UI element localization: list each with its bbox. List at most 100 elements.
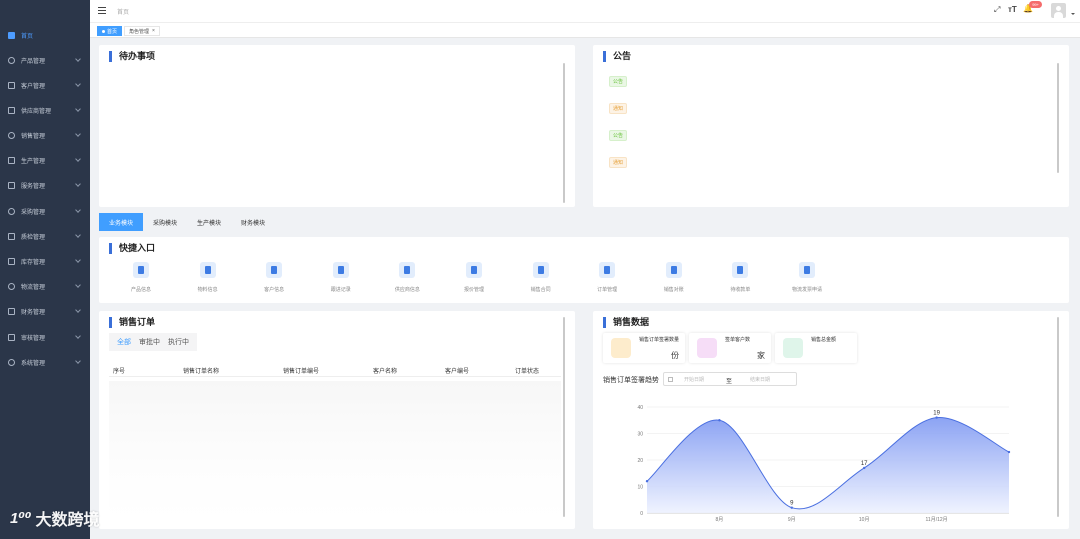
quick-entry-label: 客户信息 (264, 287, 285, 293)
sidebar-item-label: 系统管理 (21, 360, 46, 367)
notice-title: 公告 (603, 51, 631, 62)
quick-entry-item[interactable]: 订单管理 (587, 262, 627, 293)
data-point (790, 506, 793, 509)
x-tick-label: 11月/12月 (926, 517, 948, 523)
sidebar-item[interactable]: 物流管理 (0, 279, 90, 293)
end-date-input[interactable]: 结束日期 (750, 376, 770, 383)
sidebar-item-label: 审核管理 (21, 335, 46, 342)
sidebar-item[interactable]: 首页 (0, 28, 90, 42)
sidebar-item[interactable]: 系统管理 (0, 355, 90, 369)
document-icon (133, 262, 149, 278)
column-header[interactable]: 销售订单名称 (183, 366, 219, 375)
tab-finance[interactable]: 财务模块 (231, 213, 275, 231)
start-date-input[interactable]: 开始日期 (684, 376, 704, 383)
system-icon (8, 358, 15, 366)
tag-label: 首页 (107, 28, 118, 35)
data-label: 17 (861, 461, 868, 467)
scrollbar[interactable] (1057, 63, 1059, 173)
data-label: 19 (933, 411, 940, 417)
document-icon (332, 262, 349, 278)
sidebar-item[interactable]: 供应商管理 (0, 103, 90, 117)
column-header[interactable]: 销售订单编号 (283, 366, 319, 375)
todo-title: 待办事项 (109, 51, 155, 62)
quick-entry-item[interactable]: 客户信息 (254, 262, 294, 293)
stat-total-amount[interactable]: 销售总金额 (775, 333, 857, 363)
quick-entry-item[interactable]: 待收款单 (720, 262, 760, 293)
chevron-down-icon (75, 156, 81, 162)
stat-customers[interactable]: 签单客户数 家 (689, 333, 771, 363)
graduation-cap-icon (697, 338, 717, 358)
sales-icon (8, 131, 15, 139)
chevron-down-icon (75, 282, 81, 288)
sidebar-item[interactable]: 审核管理 (0, 330, 90, 344)
hamburger-icon[interactable] (98, 7, 106, 14)
avatar[interactable] (1051, 3, 1066, 18)
sidebar-item[interactable]: 客户管理 (0, 78, 90, 92)
quick-entry-item[interactable]: 物流发票申请 (787, 262, 827, 293)
close-icon[interactable]: × (152, 28, 155, 34)
sidebar-item[interactable]: 库存管理 (0, 254, 90, 268)
scrollbar[interactable] (1057, 317, 1059, 517)
sidebar-item[interactable]: 销售管理 (0, 128, 90, 142)
document-icon (199, 262, 216, 278)
tab-executing[interactable]: 执行中 (168, 337, 189, 347)
sidebar-item[interactable]: 产品管理 (0, 53, 90, 67)
y-tick-label: 20 (637, 458, 643, 464)
caret-down-icon[interactable] (1071, 13, 1075, 15)
stat-signed-orders[interactable]: 销售订单签署数量 份 (603, 333, 685, 363)
stat-unit: 家 (757, 351, 765, 360)
stat-title: 签单客户数 (725, 337, 751, 343)
quick-entry-item[interactable]: 供应商信息 (387, 262, 427, 293)
quick-entry-item[interactable]: 产品信息 (121, 262, 161, 293)
tab-all[interactable]: 全部 (117, 337, 131, 347)
data-point (645, 480, 649, 483)
breadcrumb[interactable]: 首页 (117, 7, 129, 16)
column-header[interactable]: 客户编号 (445, 366, 469, 375)
sidebar-item[interactable]: 采购管理 (0, 204, 90, 218)
tag-home[interactable]: 首页 (97, 26, 123, 36)
quality-icon (8, 232, 15, 240)
tag-role-management[interactable]: 角色管理 × (124, 26, 160, 36)
tab-business[interactable]: 业务模块 (99, 213, 143, 231)
x-tick-label: 8月 (716, 517, 724, 523)
data-point (1007, 450, 1011, 454)
todo-card: 待办事项 (99, 45, 575, 207)
sidebar-item[interactable]: 质检管理 (0, 229, 90, 243)
sidebar-item[interactable]: 财务管理 (0, 304, 90, 318)
column-header[interactable]: 订单状态 (515, 366, 539, 375)
date-range-picker[interactable]: 开始日期 至 结束日期 (663, 372, 797, 386)
notice-tag[interactable]: 公告 (609, 130, 628, 141)
sidebar-item[interactable]: 生产管理 (0, 153, 90, 167)
quick-entry-item[interactable]: 物料信息 (188, 262, 228, 293)
document-icon (399, 262, 416, 278)
y-tick-label: 40 (637, 405, 643, 411)
quick-entry-label: 销售合同 (530, 287, 551, 293)
purchase-icon (8, 207, 15, 215)
fullscreen-icon[interactable]: ⤢ (994, 5, 1000, 15)
area-fill (647, 417, 1009, 513)
column-header[interactable]: 序号 (113, 366, 125, 375)
quick-entry-item[interactable]: 销售合同 (521, 262, 561, 293)
table-header: 序号 销售订单名称 销售订单编号 客户名称 客户编号 订单状态 (109, 361, 561, 377)
sidebar-item[interactable]: 服务管理 (0, 178, 90, 192)
chevron-down-icon (75, 358, 81, 364)
quick-entry-item[interactable]: 报价管理 (454, 262, 494, 293)
quick-entry-item[interactable]: 跟进记录 (321, 262, 361, 293)
column-header[interactable]: 客户名称 (373, 366, 397, 375)
tab-production[interactable]: 生产模块 (187, 213, 231, 231)
scrollbar[interactable] (563, 317, 565, 517)
tab-approving[interactable]: 审批中 (139, 337, 160, 347)
quick-entry-item[interactable]: 销售对账 (654, 262, 694, 293)
quick-entry-label: 跟进记录 (330, 287, 351, 293)
sidebar-item-label: 销售管理 (21, 133, 46, 140)
finance-icon (8, 307, 15, 315)
trend-chart: 0 10 20 30 40 9 17 19 8月 9月 10月 11月/12月 (637, 405, 1011, 523)
scrollbar[interactable] (563, 63, 565, 203)
font-size-icon[interactable]: тT (1008, 5, 1017, 14)
notice-tag[interactable]: 通知 (609, 103, 628, 114)
sidebar-item-label: 物流管理 (21, 284, 46, 291)
data-point (718, 419, 721, 422)
notice-tag[interactable]: 通知 (609, 157, 628, 168)
notice-tag[interactable]: 公告 (609, 76, 628, 87)
tab-purchase[interactable]: 采购模块 (143, 213, 187, 231)
